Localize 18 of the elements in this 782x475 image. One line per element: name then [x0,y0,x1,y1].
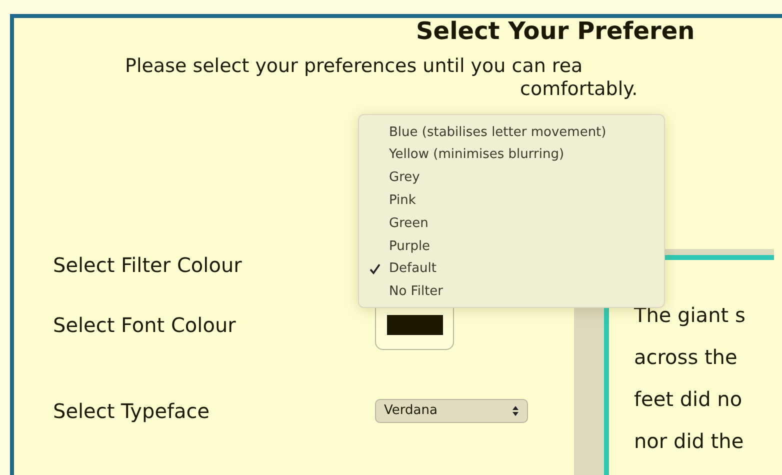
sample-text-line: across the [634,344,738,371]
sample-text-line: feet did no [634,386,742,413]
setting-label: Select Filter Colour [53,252,243,279]
page-title: Select Your Preferen [416,19,695,43]
setting-label: Select Typeface [53,398,211,425]
menu-item[interactable]: Yellow (minimises blurring) [359,144,664,167]
sample-text-line: nor did the [634,428,744,455]
menu-item[interactable]: Blue (stabilises letter movement) [359,121,664,144]
menu-item[interactable]: Grey [359,166,664,190]
typeface-select[interactable]: Verdana [375,399,528,423]
menu-item[interactable]: Green [359,212,664,235]
menu-item[interactable]: Pink [359,189,664,212]
stepper-arrows-icon [512,405,519,417]
intro-text: Please select your preferences until you can rea comfortably. [125,55,638,101]
menu-item[interactable]: Default [359,258,664,281]
menu-item[interactable]: Purple [359,234,664,258]
setting-label: Select Font Colour [53,312,237,339]
menu-item[interactable]: No Filter [359,280,664,304]
